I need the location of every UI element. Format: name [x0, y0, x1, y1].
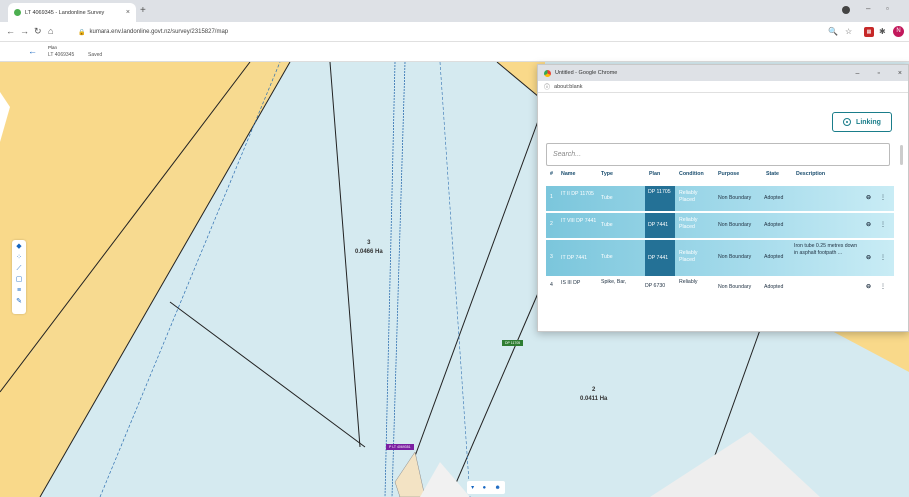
reload-icon[interactable]: ↻ [34, 26, 42, 37]
browser-tab[interactable]: LT 4069345 - Landonline Survey × [8, 3, 136, 22]
map-tag-dp[interactable]: DP 11705 [502, 340, 524, 346]
tab-title: LT 4069345 - Landonline Survey [25, 9, 105, 16]
more-icon[interactable]: ⋮ [880, 221, 886, 228]
app-header: ← Plan LT 4069345 Saved [0, 42, 909, 62]
column-header-description[interactable]: Description [796, 171, 825, 177]
link-icon[interactable]: ⊖ [866, 221, 871, 228]
more-icon[interactable]: ⋮ [880, 254, 886, 261]
bookmark-star-icon[interactable]: ☆ [845, 27, 852, 36]
column-header-name[interactable]: Name [561, 171, 575, 177]
site-favicon-icon [14, 9, 21, 16]
map-tag-lt[interactable]: P LT 4069351 [386, 444, 414, 450]
extension-icon[interactable]: ▦ [864, 27, 874, 37]
home-icon[interactable]: ⌂ [48, 26, 53, 36]
more-icon[interactable]: ⋮ [880, 194, 886, 201]
popup-address-bar[interactable]: ⓘ about:blank [538, 81, 908, 93]
link-icon[interactable]: ⊖ [866, 194, 871, 201]
table-row[interactable]: 2 IT VIII DP 7441 Tube DP 7441 Reliably … [546, 213, 894, 238]
column-header-purpose[interactable]: Purpose [718, 171, 739, 177]
popup-titlebar[interactable]: Untitled - Google Chrome – ▫ × [538, 65, 908, 81]
plan-id: LT 4069345 [48, 52, 75, 58]
table-row[interactable]: 1 IT II DP 11705 Tube DP 11705 Reliably … [546, 186, 894, 211]
chrome-icon [544, 69, 551, 77]
extensions-puzzle-icon[interactable]: ✱ [879, 27, 886, 36]
close-icon[interactable]: × [898, 70, 902, 77]
table-header: # Name Type Plan Condition Purpose State… [546, 171, 894, 183]
forward-arrow-icon[interactable]: → [20, 26, 29, 36]
list-icon[interactable]: ≡ [17, 287, 21, 295]
info-icon[interactable]: ● [483, 485, 487, 491]
link-icon[interactable]: ⊖ [866, 254, 871, 261]
minimize-icon[interactable]: – [866, 4, 870, 13]
map-tool-rail: ◆ ⁘ ⟋ ▢ ≡ ✎ [12, 240, 26, 314]
address-bar[interactable]: 🔒 kumara.env.landonline.govt.nz/survey/2… [78, 25, 818, 39]
column-header-type[interactable]: Type [601, 171, 613, 177]
popup-url: about:blank [554, 83, 583, 90]
filter-icon[interactable]: ▾ [471, 484, 474, 491]
measure-icon[interactable]: ✎ [16, 298, 22, 306]
frame-icon[interactable]: ▢ [16, 276, 23, 284]
column-header-num[interactable]: # [550, 171, 553, 177]
layers-icon[interactable]: ◆ [16, 243, 21, 251]
page-title: Plan [48, 45, 58, 50]
more-icon[interactable]: ⋮ [880, 283, 886, 290]
new-tab-icon[interactable]: + [140, 5, 146, 16]
save-status: Saved [88, 52, 103, 58]
browser-toolbar: ← → ↻ ⌂ 🔒 kumara.env.landonline.govt.nz/… [0, 22, 909, 42]
map-grey-patch-2 [650, 432, 820, 497]
search-input[interactable]: Search... [546, 143, 890, 166]
linking-label: Linking [856, 118, 881, 126]
map-small-parcel [394, 451, 426, 497]
tab-close-icon[interactable]: × [126, 9, 130, 16]
back-arrow-icon[interactable]: ← [28, 46, 37, 56]
table-row[interactable]: 4 IS III DP Spike, Bar, DP 6730 Reliably… [546, 278, 894, 290]
column-header-state[interactable]: State [766, 171, 779, 177]
points-icon[interactable]: ⁘ [16, 254, 22, 262]
map-bottom-bar: ▾ ● ☻ [467, 481, 505, 494]
info-icon: ⓘ [544, 85, 551, 91]
zoom-icon[interactable]: 🔍 [828, 27, 838, 36]
popup-window: Untitled - Google Chrome – ▫ × ⓘ about:b… [537, 64, 909, 332]
maximize-icon[interactable]: ▫ [877, 70, 879, 77]
url-text: kumara.env.landonline.govt.nz/survey/231… [89, 29, 229, 35]
target-icon [843, 118, 852, 126]
link-icon[interactable]: ⊖ [866, 283, 871, 290]
parcel-label-3[interactable]: 3 0.0466 Ha [355, 239, 383, 257]
browser-tabstrip: LT 4069345 - Landonline Survey × + – ▫ [0, 0, 909, 22]
column-header-plan[interactable]: Plan [649, 171, 660, 177]
popup-window-title: Untitled - Google Chrome [555, 70, 618, 76]
linking-button[interactable]: Linking [832, 112, 892, 132]
media-control-icon[interactable] [842, 6, 850, 14]
back-arrow-icon[interactable]: ← [6, 26, 15, 36]
lock-icon: 🔒 [78, 29, 86, 36]
column-header-condition[interactable]: Condition [679, 171, 704, 177]
people-icon[interactable]: ☻ [495, 485, 501, 491]
profile-avatar[interactable]: N [893, 26, 904, 37]
table-row[interactable]: 3 IT DP 7441 Tube DP 7441 Reliably Place… [546, 240, 894, 276]
minimize-icon[interactable]: – [856, 70, 860, 77]
traverse-icon[interactable]: ⟋ [17, 265, 22, 273]
parcel-label-2[interactable]: 2 0.0411 Ha [580, 386, 607, 404]
scrollbar[interactable] [900, 145, 903, 165]
restore-icon[interactable]: ▫ [886, 4, 889, 13]
